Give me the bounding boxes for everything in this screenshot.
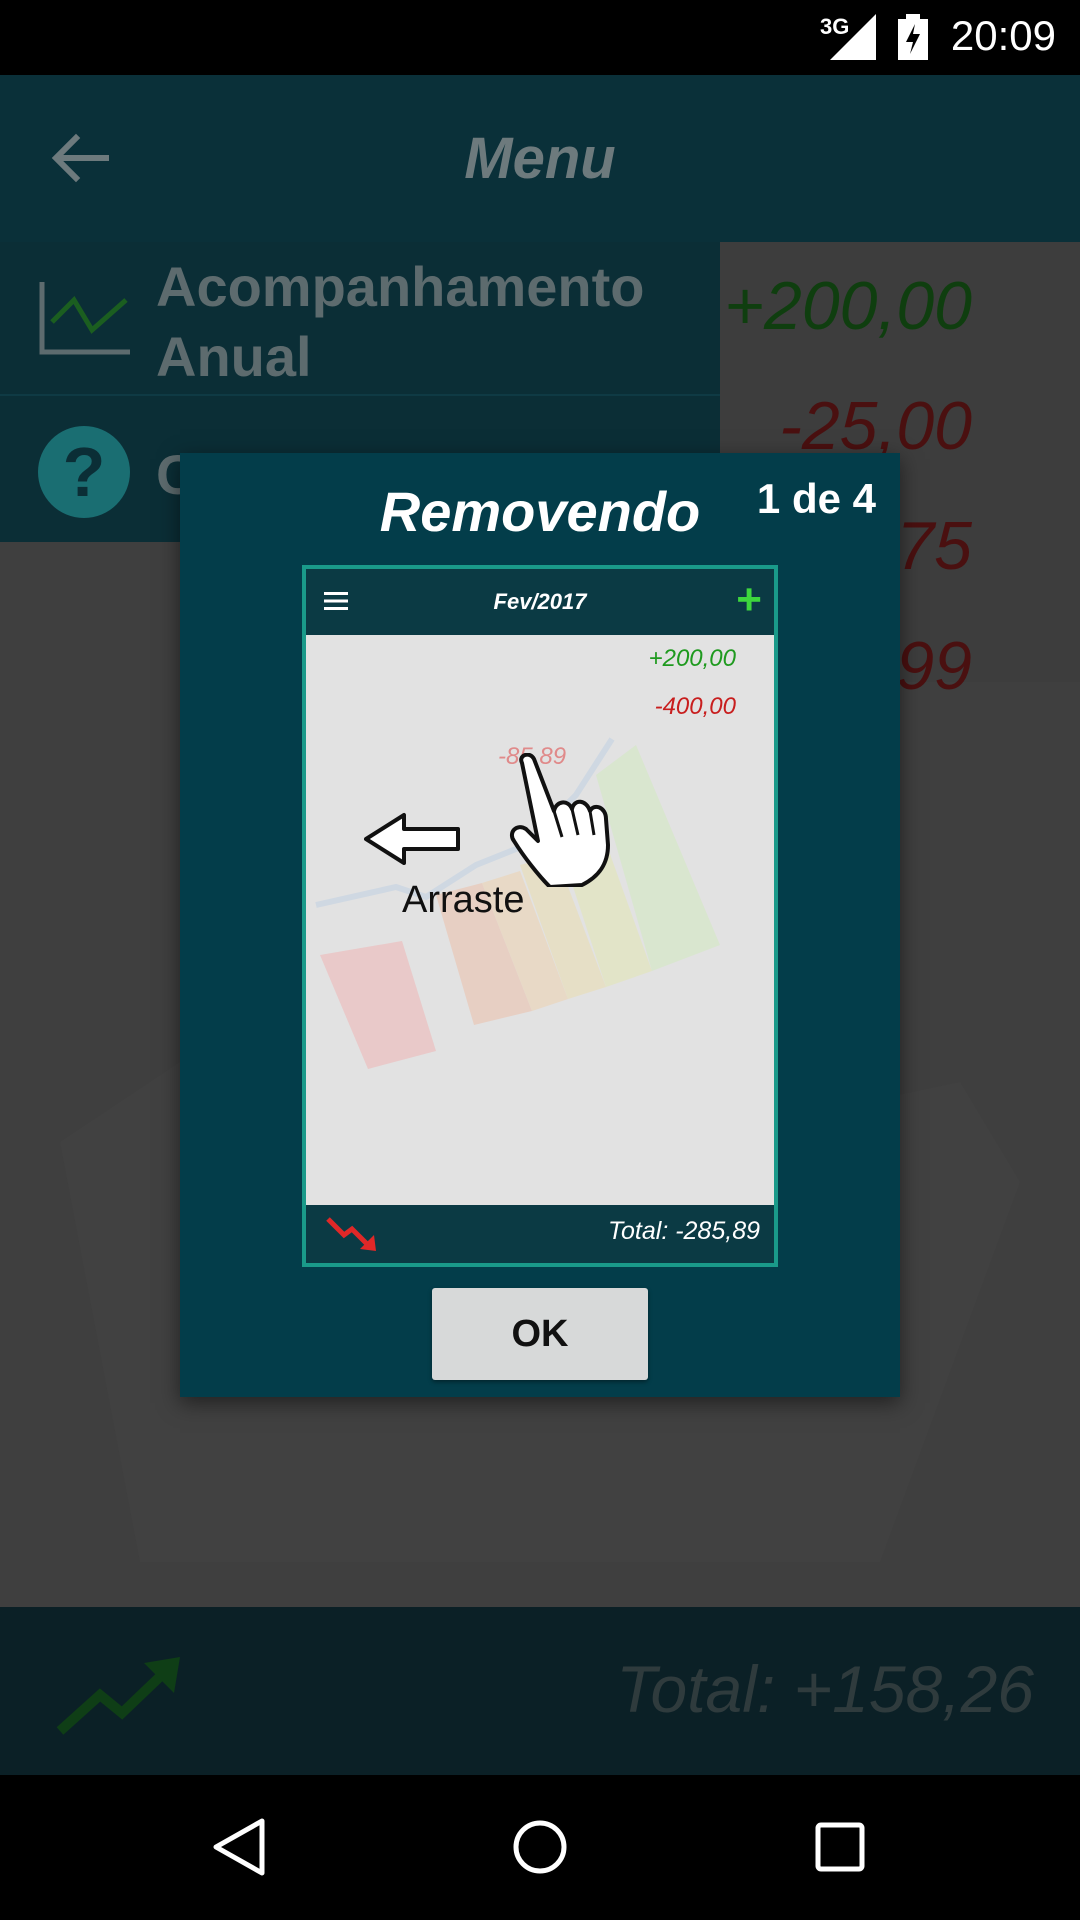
pointing-hand-icon — [509, 753, 610, 887]
page-indicator: 1 de 4 — [756, 475, 876, 522]
tutorial-dialog: Removendo 1 de 4 Fev/2017 + +200,00 -400… — [180, 453, 900, 1397]
hamburger-menu-icon — [324, 592, 348, 610]
preview-value: +200,00 — [648, 645, 736, 672]
plus-icon: + — [736, 575, 762, 624]
background-value: 75 — [896, 508, 972, 584]
trend-down-icon — [326, 1217, 376, 1251]
page-title: Menu — [464, 126, 616, 191]
preview-title: Fev/2017 — [493, 589, 587, 614]
back-arrow-icon[interactable] — [50, 132, 110, 184]
drag-instruction: Arraste — [402, 879, 525, 921]
preview-top-bar: Fev/2017 + — [306, 569, 774, 635]
preview-value: -400,00 — [654, 693, 736, 720]
background-value: 99 — [896, 628, 972, 704]
preview-bottom-bar: Total: -285,89 — [306, 1205, 774, 1263]
trend-up-icon — [56, 1657, 180, 1735]
line-chart-icon — [39, 282, 130, 355]
menu-item-label: Acompanhamento Anual — [156, 255, 645, 388]
background-value: +200,00 — [724, 268, 972, 344]
total-bar: Total: +158,26 — [0, 1607, 1080, 1775]
nav-back-icon[interactable] — [210, 1817, 270, 1877]
navigation-bar — [0, 1775, 1080, 1920]
status-time: 20:09 — [950, 12, 1056, 59]
preview-total: Total: -285,89 — [608, 1217, 760, 1245]
swipe-left-arrow-icon — [364, 813, 460, 865]
tutorial-preview-image: Fev/2017 + +200,00 -400,00 -85,89 — [302, 565, 778, 1267]
total-value: Total: +158,26 — [616, 1652, 1034, 1726]
battery-charging-icon — [898, 14, 928, 60]
status-bar: 3G 20:09 — [0, 0, 1080, 75]
nav-home-icon[interactable] — [510, 1817, 570, 1877]
preview-body: +200,00 -400,00 -85,89 Arraste — [306, 635, 774, 1205]
help-icon: ? — [38, 426, 130, 518]
app-bar: Menu — [0, 75, 1080, 242]
nav-recents-icon[interactable] — [810, 1817, 870, 1877]
divider — [0, 394, 720, 396]
ok-button[interactable]: OK — [432, 1288, 648, 1380]
signal-icon — [830, 14, 876, 60]
